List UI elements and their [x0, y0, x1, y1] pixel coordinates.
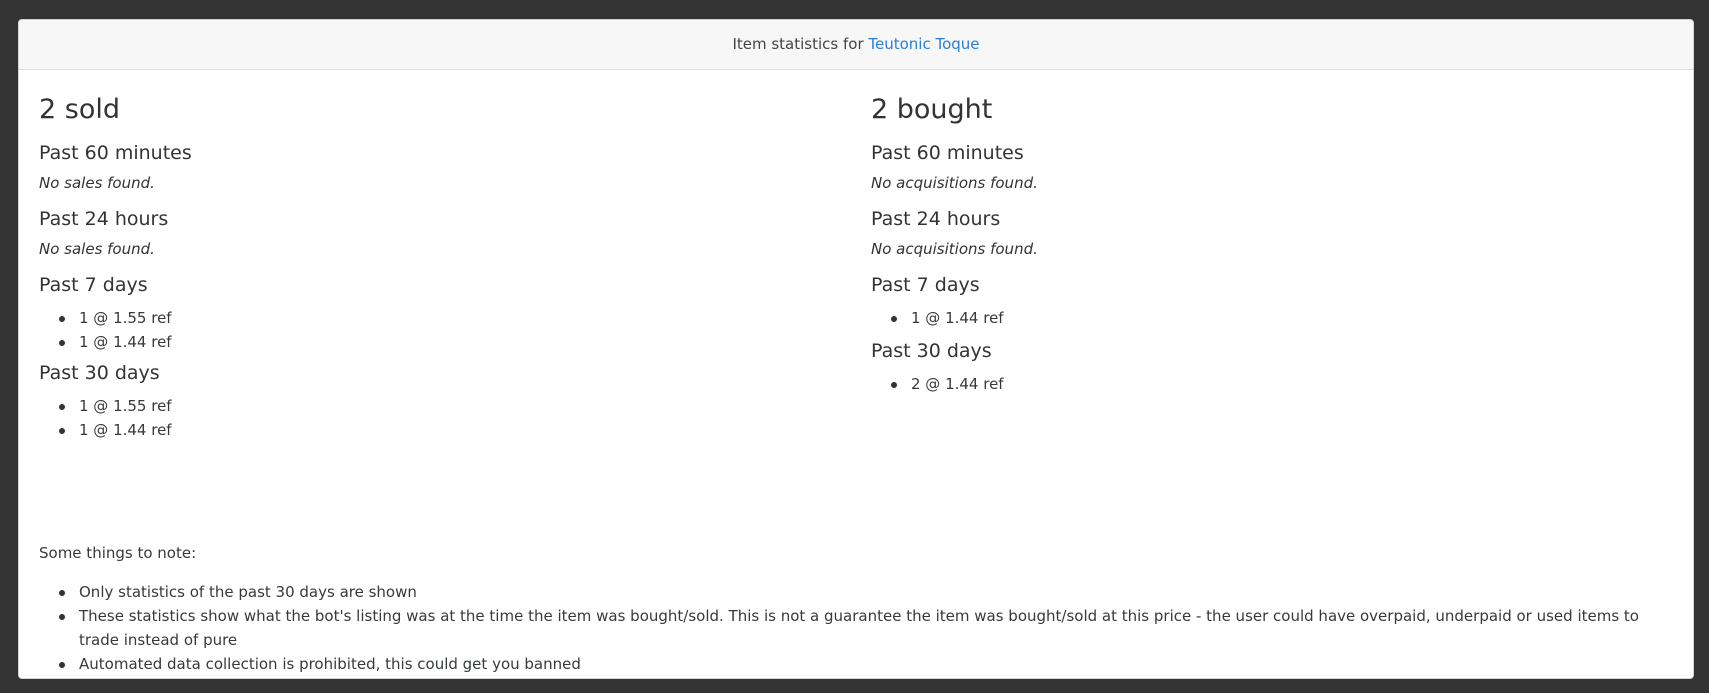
section-heading: Past 7 days	[39, 274, 148, 296]
acquisitions-list: 2 @ 1.44 ref	[871, 372, 1004, 396]
empty-message: No sales found.	[39, 240, 155, 258]
section-heading: Past 30 days	[871, 340, 992, 362]
card-header: Item statistics for Teutonic Toque	[19, 20, 1693, 70]
item-link[interactable]: Teutonic Toque	[868, 35, 979, 53]
list-item: 1 @ 1.55 ref	[39, 306, 172, 330]
sold-past-30-days: Past 30 days 1 @ 1.55 ref 1 @ 1.44 ref	[39, 362, 172, 439]
list-item: 1 @ 1.44 ref	[871, 306, 1004, 330]
notes-list: Only statistics of the past 30 days are …	[39, 580, 1679, 676]
sold-title: 2 sold	[39, 94, 120, 125]
sold-past-7-days: Past 7 days 1 @ 1.55 ref 1 @ 1.44 ref	[39, 274, 172, 351]
list-item: 1 @ 1.55 ref	[39, 394, 172, 418]
list-item: 1 @ 1.44 ref	[39, 418, 172, 442]
bought-past-30-days: Past 30 days 2 @ 1.44 ref	[871, 340, 1004, 393]
item-statistics-card: Item statistics for Teutonic Toque 2 sol…	[18, 19, 1694, 679]
bought-title: 2 bought	[871, 94, 993, 125]
header-prefix: Item statistics for	[732, 35, 864, 53]
list-item: 1 @ 1.44 ref	[39, 330, 172, 354]
bought-past-60-minutes: Past 60 minutes No acquisitions found.	[871, 142, 1038, 192]
section-heading: Past 7 days	[871, 274, 980, 296]
empty-message: No sales found.	[39, 174, 155, 192]
sales-list: 1 @ 1.55 ref 1 @ 1.44 ref	[39, 306, 172, 354]
section-heading: Past 24 hours	[39, 208, 169, 230]
list-item: These statistics show what the bot's lis…	[39, 604, 1679, 652]
list-item: Automated data collection is prohibited,…	[39, 652, 1679, 676]
section-heading: Past 60 minutes	[39, 142, 192, 164]
list-item: 2 @ 1.44 ref	[871, 372, 1004, 396]
sales-list: 1 @ 1.55 ref 1 @ 1.44 ref	[39, 394, 172, 442]
bought-past-7-days: Past 7 days 1 @ 1.44 ref	[871, 274, 1004, 327]
sold-past-60-minutes: Past 60 minutes No sales found.	[39, 142, 192, 192]
acquisitions-list: 1 @ 1.44 ref	[871, 306, 1004, 330]
section-heading: Past 24 hours	[871, 208, 1001, 230]
empty-message: No acquisitions found.	[871, 240, 1038, 258]
empty-message: No acquisitions found.	[871, 174, 1038, 192]
sold-past-24-hours: Past 24 hours No sales found.	[39, 208, 169, 258]
section-heading: Past 60 minutes	[871, 142, 1024, 164]
list-item: Only statistics of the past 30 days are …	[39, 580, 1679, 604]
bought-past-24-hours: Past 24 hours No acquisitions found.	[871, 208, 1038, 258]
notes-title: Some things to note:	[39, 544, 197, 562]
section-heading: Past 30 days	[39, 362, 160, 384]
